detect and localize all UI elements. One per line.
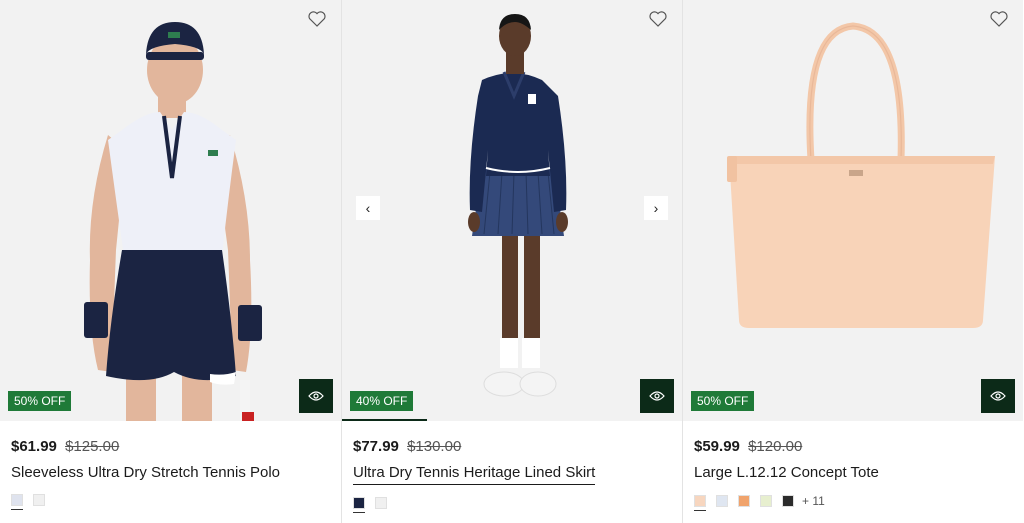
tennis-skirt-model-image: [342, 0, 682, 421]
price-row: $61.99 $125.00: [11, 438, 330, 456]
product-grid: 50% OFF $61.99 $125.00 Sleeveless Ultra …: [0, 0, 1024, 523]
product-card[interactable]: 50% OFF $59.99 $120.00 Large L.12.12 Con…: [682, 0, 1023, 523]
sale-price: $59.99: [694, 438, 740, 455]
more-colors-link[interactable]: + 11: [802, 494, 825, 508]
original-price: $125.00: [65, 438, 120, 455]
eye-icon: [308, 391, 324, 401]
color-swatch[interactable]: [738, 495, 750, 507]
product-info: $59.99 $120.00 Large L.12.12 Concept Tot…: [683, 421, 1023, 511]
eye-icon: [649, 391, 665, 401]
discount-badge: 50% OFF: [691, 391, 755, 411]
color-swatch[interactable]: [694, 495, 706, 511]
product-name-link[interactable]: Sleeveless Ultra Dry Stretch Tennis Polo: [11, 464, 280, 482]
wishlist-heart-icon[interactable]: [307, 10, 327, 28]
product-name-link[interactable]: Large L.12.12 Concept Tote: [694, 464, 879, 482]
wishlist-heart-icon[interactable]: [648, 10, 668, 28]
product-image[interactable]: ‹ › 40% OFF: [342, 0, 682, 421]
product-info: $77.99 $130.00 Ultra Dry Tennis Heritage…: [342, 421, 682, 513]
product-name-link[interactable]: Ultra Dry Tennis Heritage Lined Skirt: [353, 464, 596, 485]
carousel-progress-bar: [342, 419, 427, 421]
product-info: $61.99 $125.00 Sleeveless Ultra Dry Stre…: [0, 421, 341, 510]
color-swatch[interactable]: [782, 495, 794, 507]
price-row: $77.99 $130.00: [353, 438, 671, 456]
color-swatches: [353, 497, 671, 513]
tote-bag-image: [683, 0, 1023, 421]
quick-view-button[interactable]: [981, 379, 1015, 413]
product-image[interactable]: 50% OFF: [683, 0, 1023, 421]
color-swatches: + 11: [694, 494, 1012, 511]
color-swatch[interactable]: [11, 494, 23, 510]
color-swatches: [11, 494, 330, 510]
color-swatch[interactable]: [760, 495, 772, 507]
discount-badge: 40% OFF: [350, 391, 414, 411]
sale-price: $77.99: [353, 438, 399, 455]
discount-badge: 50% OFF: [8, 391, 72, 411]
original-price: $120.00: [748, 438, 803, 455]
quick-view-button[interactable]: [299, 379, 333, 413]
carousel-next-button[interactable]: ›: [644, 196, 668, 220]
color-swatch[interactable]: [33, 494, 45, 506]
carousel-prev-button[interactable]: ‹: [356, 196, 380, 220]
sale-price: $61.99: [11, 438, 57, 455]
tennis-polo-model-image: [0, 0, 341, 421]
product-image[interactable]: 50% OFF: [0, 0, 341, 421]
product-card[interactable]: ‹ › 40% OFF $77.99 $130.00 Ultra Dry Ten…: [341, 0, 682, 523]
color-swatch[interactable]: [353, 497, 365, 513]
eye-icon: [990, 391, 1006, 401]
quick-view-button[interactable]: [640, 379, 674, 413]
price-row: $59.99 $120.00: [694, 438, 1012, 456]
product-card[interactable]: 50% OFF $61.99 $125.00 Sleeveless Ultra …: [0, 0, 341, 523]
wishlist-heart-icon[interactable]: [989, 10, 1009, 28]
color-swatch[interactable]: [375, 497, 387, 509]
original-price: $130.00: [407, 438, 462, 455]
color-swatch[interactable]: [716, 495, 728, 507]
